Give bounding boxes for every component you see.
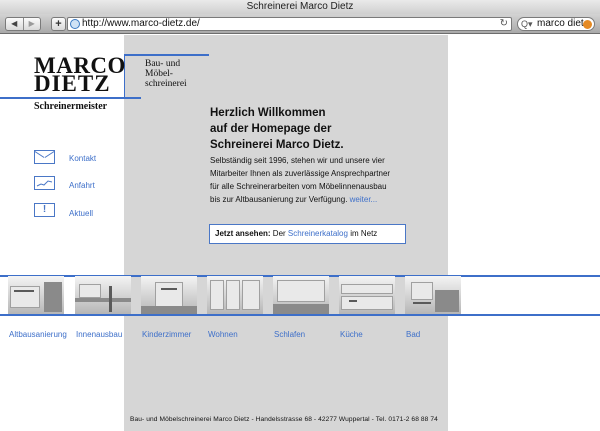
thumb-innenausbau[interactable] — [75, 276, 131, 314]
address-bar[interactable]: http://www.marco-dietz.de/ ↻ — [67, 17, 512, 31]
catalog-box: Jetzt ansehen: Der Schreinerkatalog im N… — [209, 224, 406, 244]
add-bookmark-button[interactable]: + — [51, 17, 66, 31]
reload-icon[interactable]: ↻ — [500, 18, 508, 30]
nav-label-aktuell[interactable]: Aktuell — [69, 209, 93, 218]
para-line-2: Mitarbeiter Ihnen als zuverlässige Anspr… — [210, 169, 391, 178]
logo-sub-line1: Bau- und — [145, 59, 181, 69]
cat-schlafen[interactable]: Schlafen — [274, 330, 305, 339]
window-title: Schreinerei Marco Dietz — [0, 0, 600, 14]
logo-subtitle: Bau- und Möbel- schreinerei — [145, 59, 187, 89]
search-field[interactable]: Q▾ marco diet — [517, 17, 595, 31]
logo-sub-line2: Möbel- — [145, 69, 173, 79]
thumb-wohnen[interactable] — [207, 276, 263, 314]
search-icon[interactable]: Q▾ — [521, 18, 533, 30]
back-button[interactable]: ◀ — [6, 18, 23, 30]
photo-strip-line-bottom — [0, 314, 600, 316]
welcome-heading-2: auf der Homepage der — [210, 123, 332, 135]
browser-toolbar: ◀ ▶ + http://www.marco-dietz.de/ ↻ Q▾ ma… — [0, 14, 600, 34]
logo-line-bottom — [0, 97, 141, 99]
logo-tagline: Schreinermeister — [34, 101, 108, 112]
nav-label-anfahrt[interactable]: Anfahrt — [69, 181, 95, 190]
url-text[interactable]: http://www.marco-dietz.de/ — [82, 18, 200, 30]
exclamation-icon[interactable]: ! — [34, 203, 55, 217]
cat-wohnen[interactable]: Wohnen — [208, 330, 238, 339]
cat-bad[interactable]: Bad — [406, 330, 420, 339]
thumb-kueche[interactable] — [339, 276, 395, 314]
thumb-altbausanierung[interactable] — [8, 276, 64, 314]
para-line-4: bis zur Altbausanierung zur Verfügung. w… — [210, 193, 425, 206]
nav-label-kontakt[interactable]: Kontakt — [69, 154, 96, 163]
para-line-3: für alle Schreinerarbeiten vom Möbelinne… — [210, 182, 387, 191]
logo-bracket — [124, 54, 142, 99]
catalog-after: im Netz — [347, 229, 378, 238]
history-nav: ◀ ▶ — [5, 17, 41, 31]
clear-search-icon[interactable] — [583, 20, 592, 29]
catalog-link[interactable]: Schreinerkatalog — [288, 229, 348, 238]
more-link[interactable]: weiter... — [350, 195, 378, 204]
thumb-kinderzimmer[interactable] — [141, 276, 197, 314]
welcome-paragraph: Selbständig seit 1996, stehen wir und un… — [210, 154, 425, 206]
logo-sub-line3: schreinerei — [145, 79, 187, 89]
mail-icon[interactable] — [34, 150, 55, 164]
cat-kinderzimmer[interactable]: Kinderzimmer — [142, 330, 191, 339]
catalog-prefix: Jetzt ansehen: — [215, 229, 271, 238]
welcome-heading-1: Herzlich Willkommen — [210, 107, 326, 119]
para-line-1: Selbständig seit 1996, stehen wir und un… — [210, 156, 385, 165]
logo-dietz: DIETZ — [34, 71, 111, 96]
cat-altbausanierung[interactable]: Altbausanierung — [9, 330, 67, 339]
footer-address: Bau- und Möbelschreinerei Marco Dietz - … — [130, 416, 438, 423]
globe-icon — [70, 19, 80, 29]
cat-innenausbau[interactable]: Innenausbau — [76, 330, 122, 339]
thumb-bad[interactable] — [405, 276, 461, 314]
catalog-before: Der — [270, 229, 288, 238]
welcome-heading-3: Schreinerei Marco Dietz. — [210, 139, 344, 151]
forward-button[interactable]: ▶ — [22, 18, 41, 30]
web-page: MARCO DIETZ Bau- und Möbel- schreinerei … — [0, 35, 600, 431]
thumb-schlafen[interactable] — [273, 276, 329, 314]
welcome-text: Herzlich Willkommen auf der Homepage der… — [210, 105, 425, 206]
search-query[interactable]: marco diet — [537, 18, 584, 30]
map-icon[interactable] — [34, 176, 55, 190]
cat-kueche[interactable]: Küche — [340, 330, 363, 339]
para-line-4-text: bis zur Altbausanierung zur Verfügung. — [210, 195, 348, 204]
